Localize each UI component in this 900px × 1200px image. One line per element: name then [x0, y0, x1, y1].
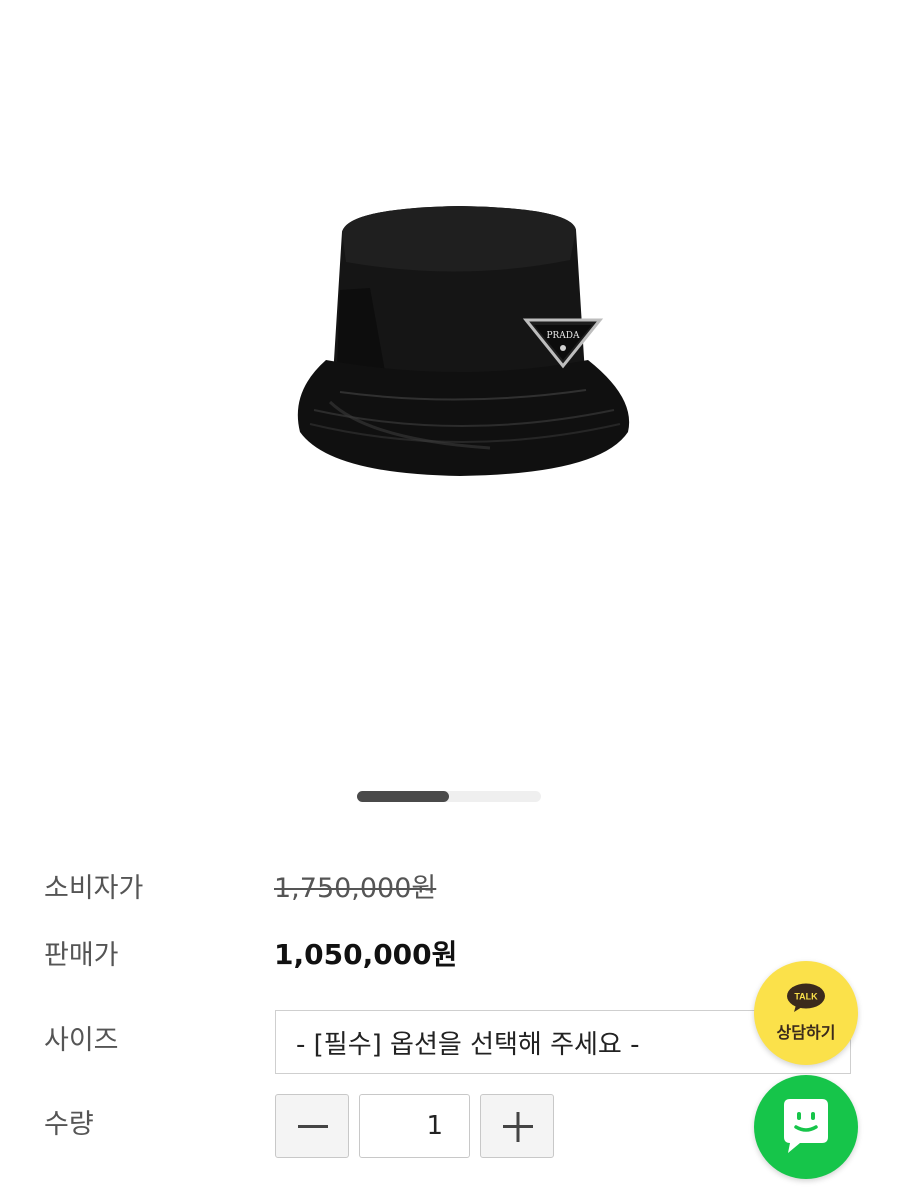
kakao-talk-badge: TALK — [794, 992, 818, 1002]
sale-price: 1,050,000원 — [274, 938, 458, 971]
size-option-placeholder: - [필수] 옵션을 선택해 주세요 - — [296, 1029, 640, 1060]
sale-price-label: 판매가 — [44, 940, 119, 971]
carousel-indicator[interactable] — [357, 791, 541, 802]
kakao-talk-consult-button[interactable]: TALK 상담하기 — [754, 961, 858, 1065]
kakao-consult-label: 상담하기 — [776, 1023, 836, 1042]
plus-icon — [503, 1112, 533, 1142]
product-image: PRADA — [297, 206, 630, 476]
retail-price: 1,750,000원 — [274, 873, 437, 904]
quantity-input[interactable]: 1 — [359, 1094, 470, 1158]
quantity-label: 수량 — [44, 1109, 94, 1140]
quantity-decrease-button[interactable] — [275, 1094, 349, 1158]
product-gallery[interactable]: PRADA — [0, 0, 900, 802]
kakao-talk-icon: TALK — [787, 983, 825, 1012]
quantity-increase-button[interactable] — [480, 1094, 554, 1158]
retail-price-label: 소비자가 — [44, 873, 144, 904]
size-label: 사이즈 — [44, 1025, 119, 1056]
carousel-indicator-active — [357, 791, 449, 802]
chat-bubble-icon — [784, 1099, 828, 1153]
minus-icon — [298, 1125, 328, 1128]
prada-logo-text: PRADA — [546, 331, 580, 341]
naver-talk-button[interactable] — [754, 1075, 858, 1179]
product-page: PRADA 소비자가 1,750,000원 판매가 1,050,000원 사이즈… — [0, 0, 900, 1200]
